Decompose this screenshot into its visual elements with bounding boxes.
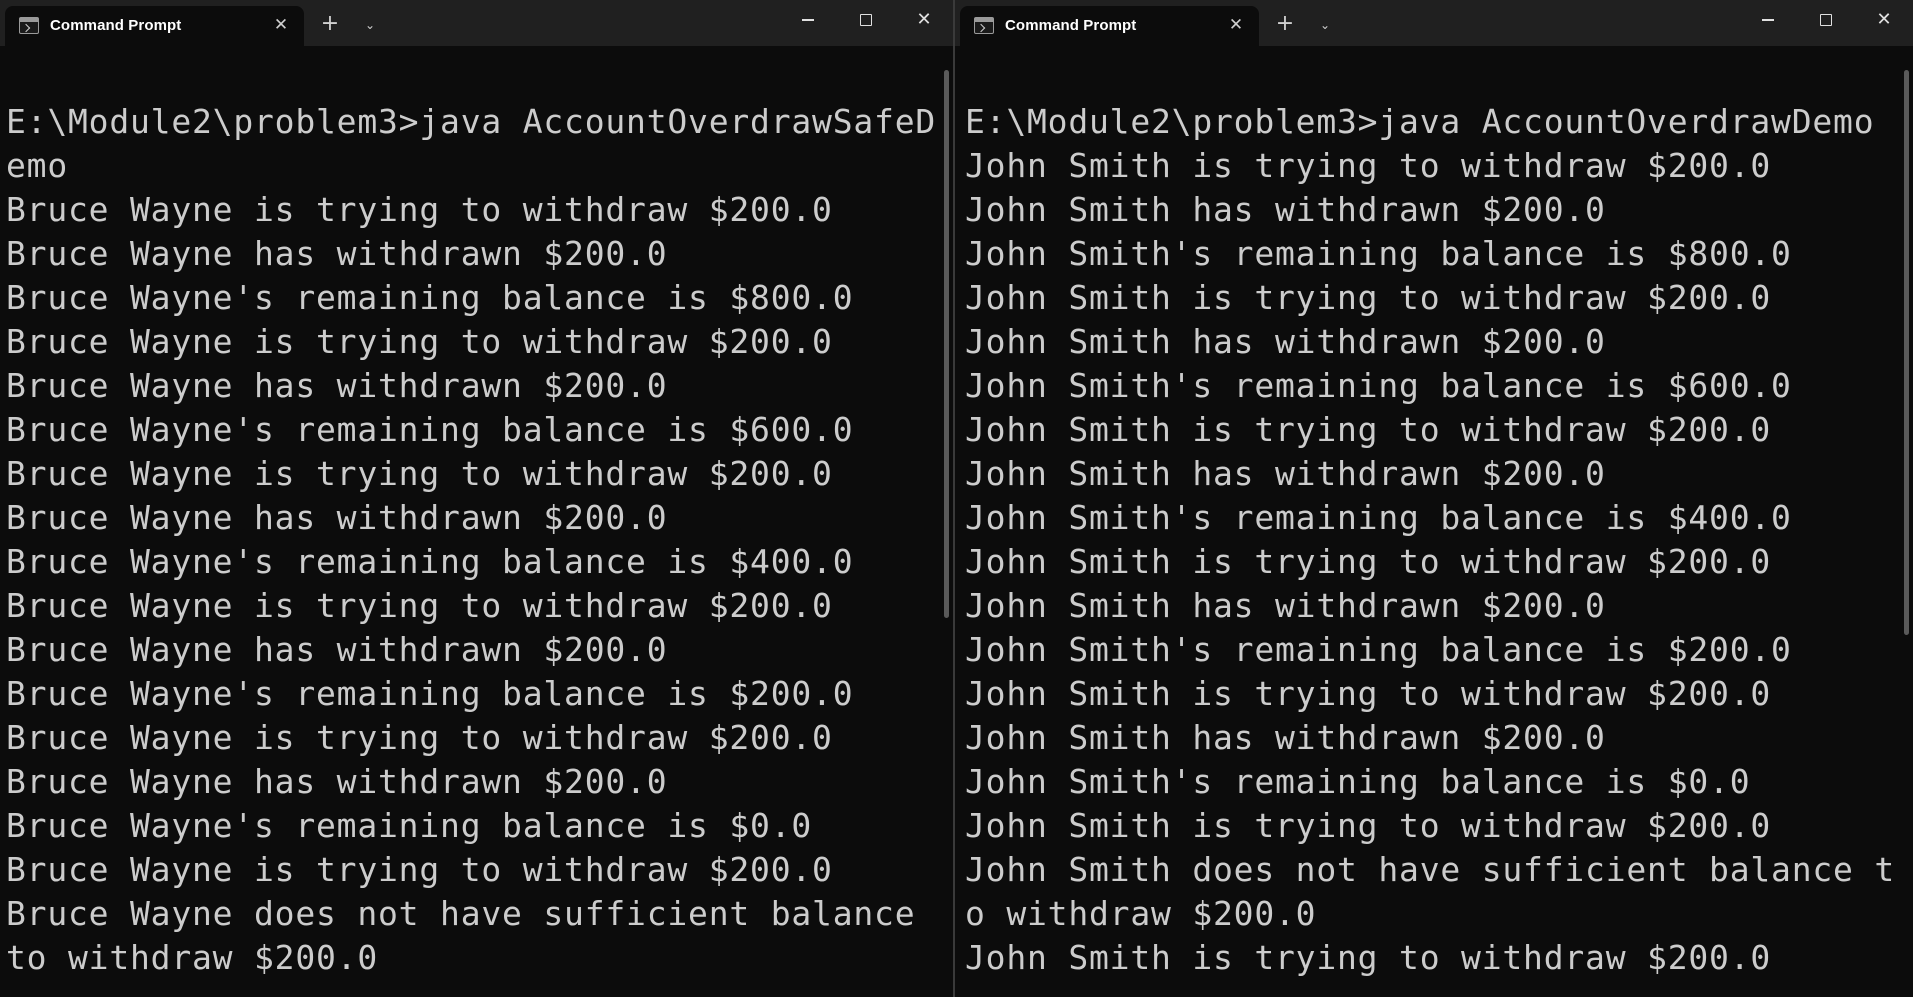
minimize-icon [802, 19, 814, 21]
console-line: John Smith is trying to withdraw $200.0 [965, 278, 1772, 317]
console-line: Bruce Wayne has withdrawn $200.0 [6, 630, 668, 669]
console-line: Bruce Wayne's remaining balance is $800.… [6, 278, 854, 317]
console-line: Bruce Wayne is trying to withdraw $200.0 [6, 454, 833, 493]
console-line: Bruce Wayne has withdrawn $200.0 [6, 762, 668, 801]
console-line: Bruce Wayne is trying to withdraw $200.0 [6, 718, 833, 757]
console-line: Bruce Wayne's remaining balance is $200.… [6, 674, 854, 713]
minimize-button[interactable] [1739, 0, 1797, 40]
new-tab-button[interactable]: + [316, 10, 344, 38]
console-line: John Smith is trying to withdraw $200.0 [965, 146, 1772, 185]
minimize-icon [1762, 19, 1774, 21]
console-line: Bruce Wayne does not have sufficient bal… [6, 894, 937, 933]
console-line: Bruce Wayne has withdrawn $200.0 [6, 498, 668, 537]
new-tab-button[interactable]: + [1271, 10, 1299, 38]
console-line: Bruce Wayne's remaining balance is $0.0 [6, 806, 813, 845]
console-line: to withdraw $200.0 [6, 938, 379, 977]
console-output[interactable]: E:\Module2\problem3>java AccountOverdraw… [965, 100, 1899, 980]
close-button[interactable]: ✕ [895, 0, 953, 40]
console-line: Bruce Wayne is trying to withdraw $200.0 [6, 586, 833, 625]
console-line: Bruce Wayne's remaining balance is $600.… [6, 410, 854, 449]
close-icon: ✕ [1876, 9, 1892, 30]
console-line: John Smith's remaining balance is $200.0 [965, 630, 1792, 669]
console-line: Bruce Wayne has withdrawn $200.0 [6, 234, 668, 273]
console-line: John Smith's remaining balance is $600.0 [965, 366, 1792, 405]
console-line: John Smith does not have sufficient bala… [965, 850, 1896, 889]
console-line: John Smith is trying to withdraw $200.0 [965, 674, 1772, 713]
console-line: E:\Module2\problem3>java AccountOverdraw… [965, 102, 1875, 141]
scrollbar[interactable] [944, 70, 949, 618]
console-line: Bruce Wayne has withdrawn $200.0 [6, 366, 668, 405]
console-line: Bruce Wayne is trying to withdraw $200.0 [6, 322, 833, 361]
console-line: John Smith has withdrawn $200.0 [965, 586, 1606, 625]
maximize-button[interactable] [1797, 0, 1855, 40]
console-output[interactable]: E:\Module2\problem3>java AccountOverdraw… [6, 100, 939, 980]
window-controls: ✕ [1739, 0, 1913, 40]
tab-close-icon[interactable]: ✕ [1223, 12, 1249, 38]
terminal-icon [19, 17, 39, 34]
console-line: John Smith is trying to withdraw $200.0 [965, 542, 1772, 581]
chevron-down-icon[interactable]: ⌄ [356, 11, 384, 39]
tab-title: Command Prompt [1005, 17, 1137, 34]
console-line: John Smith's remaining balance is $800.0 [965, 234, 1792, 273]
close-button[interactable]: ✕ [1855, 0, 1913, 40]
minimize-button[interactable] [779, 0, 837, 40]
console-line: John Smith has withdrawn $200.0 [965, 718, 1606, 757]
console-line: Bruce Wayne is trying to withdraw $200.0 [6, 190, 833, 229]
console-line: o withdraw $200.0 [965, 894, 1317, 933]
console-line: John Smith has withdrawn $200.0 [965, 190, 1606, 229]
tab-close-icon[interactable]: ✕ [268, 12, 294, 38]
maximize-icon [860, 14, 872, 26]
console-line: John Smith is trying to withdraw $200.0 [965, 410, 1772, 449]
console-line: E:\Module2\problem3>java AccountOverdraw… [6, 102, 937, 141]
console-line: emo [6, 146, 69, 185]
maximize-icon [1820, 14, 1832, 26]
console-line: John Smith has withdrawn $200.0 [965, 322, 1606, 361]
console-line: John Smith's remaining balance is $400.0 [965, 498, 1792, 537]
window-controls: ✕ [779, 0, 953, 40]
title-bar: Command Prompt ✕ + ⌄ ✕ [0, 0, 953, 46]
title-bar: Command Prompt ✕ + ⌄ ✕ [955, 0, 1913, 46]
console-line: Bruce Wayne is trying to withdraw $200.0 [6, 850, 833, 889]
scrollbar[interactable] [1904, 70, 1909, 635]
terminal-icon [974, 17, 994, 34]
terminal-window-right: Command Prompt ✕ + ⌄ ✕ E:\Module2\proble… [955, 0, 1913, 997]
close-icon: ✕ [916, 9, 932, 30]
console-line: Bruce Wayne's remaining balance is $400.… [6, 542, 854, 581]
terminal-window-left: Command Prompt ✕ + ⌄ ✕ E:\Module2\proble… [0, 0, 953, 997]
tab-command-prompt[interactable]: Command Prompt ✕ [5, 6, 304, 46]
console-line: John Smith's remaining balance is $0.0 [965, 762, 1751, 801]
console-line: John Smith has withdrawn $200.0 [965, 454, 1606, 493]
tab-command-prompt[interactable]: Command Prompt ✕ [960, 6, 1259, 46]
maximize-button[interactable] [837, 0, 895, 40]
tab-title: Command Prompt [50, 17, 182, 34]
console-line: John Smith is trying to withdraw $200.0 [965, 806, 1772, 845]
console-line: John Smith is trying to withdraw $200.0 [965, 938, 1772, 977]
chevron-down-icon[interactable]: ⌄ [1311, 11, 1339, 39]
